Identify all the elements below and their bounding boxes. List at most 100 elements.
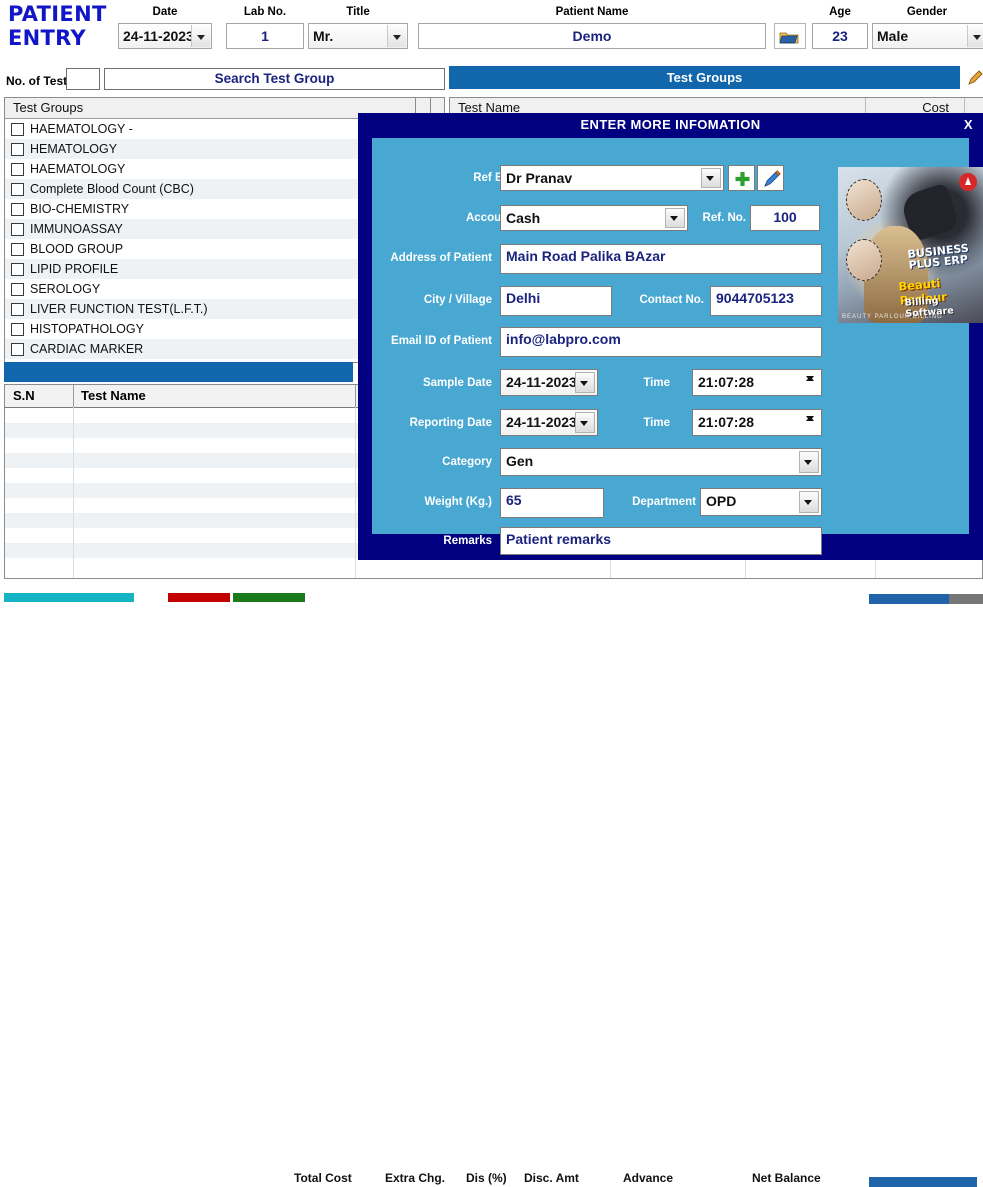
time-stepper[interactable] bbox=[802, 412, 819, 433]
selected-tests-banner bbox=[4, 362, 353, 382]
ref-by-select[interactable]: Dr Pranav bbox=[500, 165, 724, 191]
net-balance-label: Net Balance bbox=[752, 1171, 821, 1185]
checkbox-icon[interactable] bbox=[11, 242, 24, 256]
sample-time-label: Time bbox=[643, 377, 670, 389]
chevron-down-icon[interactable] bbox=[701, 168, 721, 188]
sample-time-value: 21:07:28 bbox=[698, 374, 755, 390]
checkbox-icon[interactable] bbox=[11, 262, 24, 276]
col-test-name: Test Name bbox=[81, 388, 146, 403]
date-value: 24-11-2023 bbox=[123, 28, 194, 44]
contact-input[interactable]: 9044705123 bbox=[710, 286, 822, 316]
header-separator bbox=[73, 385, 74, 407]
account-select[interactable]: Cash bbox=[500, 205, 688, 231]
city-input[interactable]: Delhi bbox=[500, 286, 612, 316]
ref-by-value: Dr Pranav bbox=[506, 170, 573, 186]
no-of-tests-input[interactable] bbox=[66, 68, 100, 90]
title-value: Mr. bbox=[313, 28, 334, 44]
total-cost-label: Total Cost bbox=[294, 1171, 352, 1185]
checkbox-icon[interactable] bbox=[11, 122, 24, 136]
checkbox-icon[interactable] bbox=[11, 342, 24, 356]
category-label: Category bbox=[442, 456, 492, 468]
list-item-label: BLOOD GROUP bbox=[30, 242, 124, 256]
app-title: PATIENT ENTRY bbox=[8, 2, 108, 50]
enter-more-information-dialog[interactable]: ENTER MORE INFOMATION X Ref By. Dr Prana… bbox=[358, 113, 983, 560]
email-input[interactable]: info@labpro.com bbox=[500, 327, 822, 357]
browse-patient-button[interactable] bbox=[774, 23, 806, 49]
table-column-line bbox=[355, 407, 356, 578]
no-of-tests-label: No. of Tests bbox=[6, 74, 74, 88]
chevron-down-icon[interactable] bbox=[575, 372, 595, 393]
edit-ref-by-button[interactable] bbox=[757, 165, 784, 191]
patient-name-input[interactable]: Demo bbox=[418, 23, 766, 49]
sample-time-input[interactable]: 21:07:28 bbox=[692, 369, 822, 396]
table-column-line bbox=[73, 407, 74, 578]
action-bar-blue2[interactable] bbox=[869, 594, 949, 604]
date-input[interactable]: 24-11-2023 bbox=[118, 23, 212, 49]
chevron-down-icon[interactable] bbox=[191, 25, 210, 47]
city-label: City / Village bbox=[423, 294, 492, 306]
chevron-down-icon[interactable] bbox=[387, 25, 406, 47]
add-ref-by-button[interactable] bbox=[728, 165, 755, 191]
action-bar-red[interactable] bbox=[168, 593, 230, 602]
age-input[interactable]: 23 bbox=[812, 23, 868, 49]
list-item-label: Complete Blood Count (CBC) bbox=[30, 182, 194, 196]
app-title-line1: PATIENT bbox=[8, 2, 107, 26]
ref-by-label: Ref By. bbox=[473, 172, 512, 184]
action-bar-green[interactable] bbox=[233, 593, 305, 602]
list-item-label: IMMUNOASSAY bbox=[30, 222, 123, 236]
chevron-down-icon[interactable] bbox=[575, 412, 595, 433]
checkbox-icon[interactable] bbox=[11, 162, 24, 176]
ref-no-input[interactable]: 100 bbox=[750, 205, 820, 231]
search-test-group-input[interactable]: Search Test Group bbox=[104, 68, 445, 90]
age-label: Age bbox=[829, 6, 851, 18]
reporting-date-input[interactable]: 24-11-2023 bbox=[500, 409, 598, 436]
date-label: Date bbox=[152, 6, 178, 18]
chevron-down-icon[interactable] bbox=[799, 451, 819, 473]
test-groups-banner: Test Groups bbox=[449, 66, 960, 89]
header: PATIENT ENTRY Date 24-11-2023 Lab No. 1 … bbox=[0, 0, 983, 60]
chevron-down-icon[interactable] bbox=[967, 25, 983, 47]
dialog-title-bar: ENTER MORE INFOMATION X bbox=[358, 113, 983, 136]
reporting-time-input[interactable]: 21:07:28 bbox=[692, 409, 822, 436]
account-label: Account bbox=[466, 212, 512, 224]
checkbox-icon[interactable] bbox=[11, 182, 24, 196]
sample-date-value: 24-11-2023 bbox=[506, 374, 577, 390]
remarks-label: Remarks bbox=[443, 535, 492, 547]
checkbox-icon[interactable] bbox=[11, 282, 24, 296]
remarks-input[interactable]: Patient remarks bbox=[500, 527, 822, 555]
weight-input[interactable]: 65 bbox=[500, 488, 604, 518]
category-select[interactable]: Gen bbox=[500, 448, 822, 476]
close-icon[interactable]: X bbox=[964, 113, 973, 136]
disc-amt-label: Disc. Amt bbox=[524, 1171, 579, 1185]
table-row[interactable] bbox=[5, 558, 982, 573]
list-item-label: LIPID PROFILE bbox=[30, 262, 119, 276]
checkbox-icon[interactable] bbox=[11, 322, 24, 336]
lab-no-input[interactable]: 1 bbox=[226, 23, 304, 49]
action-bar-blue[interactable] bbox=[869, 1177, 977, 1187]
chevron-down-icon[interactable] bbox=[799, 491, 819, 513]
checkbox-icon[interactable] bbox=[11, 222, 24, 236]
title-select[interactable]: Mr. bbox=[308, 23, 408, 49]
advance-label: Advance bbox=[623, 1171, 674, 1185]
advertisement-banner[interactable]: BUSINESS PLUS ERP Beauti Parlour Billing… bbox=[838, 167, 983, 323]
checkbox-icon[interactable] bbox=[11, 142, 24, 156]
sample-date-label: Sample Date bbox=[422, 377, 492, 389]
time-stepper[interactable] bbox=[802, 372, 819, 393]
gender-select[interactable]: Male bbox=[872, 23, 983, 49]
bottom-bar: Total Cost Extra Chg. Dis (%) Disc. Amt … bbox=[0, 583, 983, 1187]
checkbox-icon[interactable] bbox=[11, 302, 24, 316]
pencil-icon[interactable] bbox=[966, 68, 983, 87]
department-value: OPD bbox=[706, 493, 737, 509]
action-bar-cyan[interactable] bbox=[4, 593, 134, 602]
checkbox-icon[interactable] bbox=[11, 202, 24, 216]
department-label: Department bbox=[632, 496, 696, 508]
list-item-label: LIVER FUNCTION TEST(L.F.T.) bbox=[30, 302, 208, 316]
department-select[interactable]: OPD bbox=[700, 488, 822, 516]
patient-name-label: Patient Name bbox=[555, 6, 629, 18]
dialog-title: ENTER MORE INFOMATION bbox=[580, 117, 761, 132]
chevron-down-icon[interactable] bbox=[665, 208, 685, 228]
address-input[interactable]: Main Road Palika BAzar bbox=[500, 244, 822, 274]
sample-date-input[interactable]: 24-11-2023 bbox=[500, 369, 598, 396]
header-separator bbox=[355, 385, 356, 407]
folder-icon bbox=[779, 32, 799, 44]
